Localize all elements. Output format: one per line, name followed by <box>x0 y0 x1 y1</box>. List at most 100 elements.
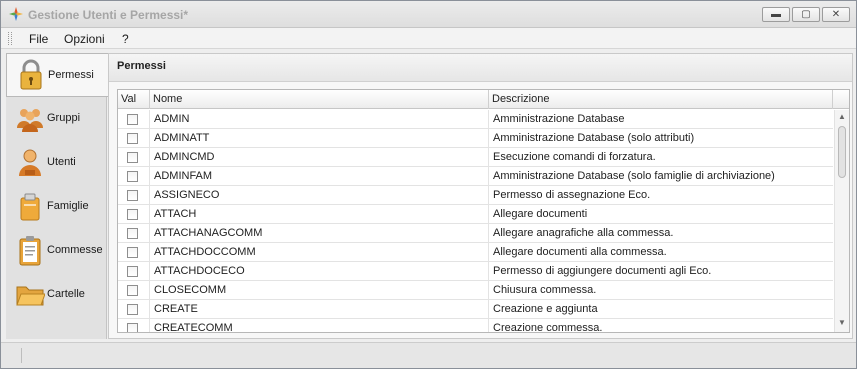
val-cell <box>118 148 150 167</box>
padlock-icon <box>20 59 42 90</box>
description-cell: Permesso di aggiungere documenti agli Ec… <box>493 265 712 277</box>
sidebar-item-utenti[interactable]: Utenti <box>6 141 107 185</box>
name-cell: ADMINFAM <box>150 167 489 186</box>
menu-help[interactable]: ? <box>122 32 129 46</box>
folder-icon <box>16 286 45 306</box>
description-cell: Amministrazione Database (solo attributi… <box>493 132 695 144</box>
table-row[interactable]: ADMINCMD Esecuzione comandi di forzatura. <box>118 148 833 167</box>
minimize-button[interactable]: ▬ <box>762 7 790 22</box>
table-row[interactable]: CREATE Creazione e aggiunta <box>118 300 833 319</box>
name-cell: ASSIGNECO <box>150 186 489 205</box>
description-cell: Allegare anagrafiche alla commessa. <box>493 227 674 239</box>
val-cell <box>118 110 150 129</box>
user-icon <box>19 149 41 176</box>
status-separator <box>21 348 23 363</box>
clipboard-icon <box>19 236 41 266</box>
families-icon <box>20 193 40 221</box>
checkbox[interactable] <box>127 209 138 220</box>
val-cell <box>118 319 150 332</box>
val-cell <box>118 167 150 186</box>
scroll-up-icon[interactable]: ▲ <box>838 112 846 121</box>
scroll-down-icon[interactable]: ▼ <box>838 318 846 327</box>
checkbox[interactable] <box>127 247 138 258</box>
checkbox[interactable] <box>127 152 138 163</box>
table-row[interactable]: ADMINFAM Amministrazione Database (solo f… <box>118 167 833 186</box>
group-icon <box>17 109 43 132</box>
minimize-icon: ▬ <box>771 9 781 20</box>
sidebar-item-permessi[interactable]: Permessi <box>6 53 108 97</box>
checkbox[interactable] <box>127 228 138 239</box>
val-cell <box>118 129 150 148</box>
checkbox[interactable] <box>127 114 138 125</box>
menu-bar: File Opzioni ? <box>1 28 856 49</box>
description-cell: Permesso di assegnazione Eco. <box>493 189 651 201</box>
val-cell <box>118 262 150 281</box>
checkbox[interactable] <box>127 133 138 144</box>
maximize-button[interactable]: ▢ <box>792 7 820 22</box>
main-window: Gestione Utenti e Permessi* ▬ ▢ ✕ File O… <box>0 0 857 369</box>
table-row[interactable]: ADMIN Amministrazione Database <box>118 110 833 129</box>
checkbox[interactable] <box>127 285 138 296</box>
description-cell: Creazione commessa. <box>493 322 603 333</box>
val-cell <box>118 186 150 205</box>
name-cell: ATTACHDOCCOMM <box>150 243 489 262</box>
name-cell: ADMINATT <box>150 129 489 148</box>
name-cell: ATTACHANAGCOMM <box>150 224 489 243</box>
sidebar-item-commesse[interactable]: Commesse <box>6 229 107 273</box>
description-cell: Allegare documenti <box>493 208 588 220</box>
title-bar[interactable]: Gestione Utenti e Permessi* ▬ ▢ ✕ <box>1 1 856 28</box>
permissions-panel: Permessi Val Nome Descrizione ADMIN Ammin… <box>108 53 853 339</box>
description-cell: Esecuzione comandi di forzatura. <box>493 151 656 163</box>
sidebar-item-label: Gruppi <box>47 112 81 124</box>
checkbox[interactable] <box>127 171 138 182</box>
sidebar-item-cartelle[interactable]: Cartelle <box>6 273 107 317</box>
column-header-val[interactable]: Val <box>118 90 150 109</box>
page-title: Permessi <box>117 60 166 72</box>
checkbox[interactable] <box>127 304 138 315</box>
column-header-nome[interactable]: Nome <box>150 90 489 109</box>
scrollbar-thumb[interactable] <box>838 126 846 178</box>
panel-header: Permessi <box>109 54 852 82</box>
checkbox[interactable] <box>127 190 138 201</box>
name-cell: CREATECOMM <box>150 319 489 332</box>
sidebar-item-famiglie[interactable]: Famiglie <box>6 185 107 229</box>
window-title: Gestione Utenti e Permessi* <box>28 8 189 22</box>
status-bar <box>1 342 856 368</box>
permissions-grid: Val Nome Descrizione ADMIN Amministrazion… <box>117 89 850 333</box>
checkbox[interactable] <box>127 323 138 332</box>
grid-rows: ADMIN Amministrazione Database ADMINATT Am… <box>118 110 833 333</box>
close-button[interactable]: ✕ <box>822 7 850 22</box>
table-row[interactable]: ATTACH Allegare documenti <box>118 205 833 224</box>
val-cell <box>118 224 150 243</box>
sidebar-item-label: Cartelle <box>47 288 85 300</box>
table-row[interactable]: ADMINATT Amministrazione Database (solo a… <box>118 129 833 148</box>
name-cell: ADMINCMD <box>150 148 489 167</box>
description-cell: Allegare documenti alla commessa. <box>493 246 667 258</box>
name-cell: CLOSECOMM <box>150 281 489 300</box>
table-row[interactable]: CREATECOMM Creazione commessa. <box>118 319 833 333</box>
checkbox[interactable] <box>127 266 138 277</box>
description-cell: Amministrazione Database (solo famiglie … <box>493 170 775 182</box>
column-header-descrizione[interactable]: Descrizione <box>489 90 833 109</box>
description-cell: Amministrazione Database <box>493 113 625 125</box>
table-row[interactable]: ATTACHDOCCOMM Allegare documenti alla com… <box>118 243 833 262</box>
menu-opzioni[interactable]: Opzioni <box>64 32 105 46</box>
sidebar-item-label: Permessi <box>48 69 94 81</box>
val-cell <box>118 300 150 319</box>
menu-grip-icon[interactable] <box>8 32 12 45</box>
name-cell: ATTACH <box>150 205 489 224</box>
table-row[interactable]: ATTACHDOCECO Permesso di aggiungere docum… <box>118 262 833 281</box>
sidebar-item-label: Commesse <box>47 244 103 256</box>
sidebar-item-gruppi[interactable]: Gruppi <box>6 97 107 141</box>
maximize-icon: ▢ <box>801 9 811 20</box>
table-row[interactable]: ATTACHANAGCOMM Allegare anagrafiche alla … <box>118 224 833 243</box>
sidebar-nav: Permessi Gruppi Utenti Famiglie Commesse… <box>6 53 108 339</box>
val-cell <box>118 243 150 262</box>
menu-file[interactable]: File <box>29 32 48 46</box>
app-icon <box>9 7 23 21</box>
table-row[interactable]: CLOSECOMM Chiusura commessa. <box>118 281 833 300</box>
sidebar-item-label: Utenti <box>47 156 76 168</box>
table-row[interactable]: ASSIGNECO Permesso di assegnazione Eco. <box>118 186 833 205</box>
vertical-scrollbar[interactable]: ▲ ▼ <box>834 110 849 332</box>
val-cell <box>118 281 150 300</box>
